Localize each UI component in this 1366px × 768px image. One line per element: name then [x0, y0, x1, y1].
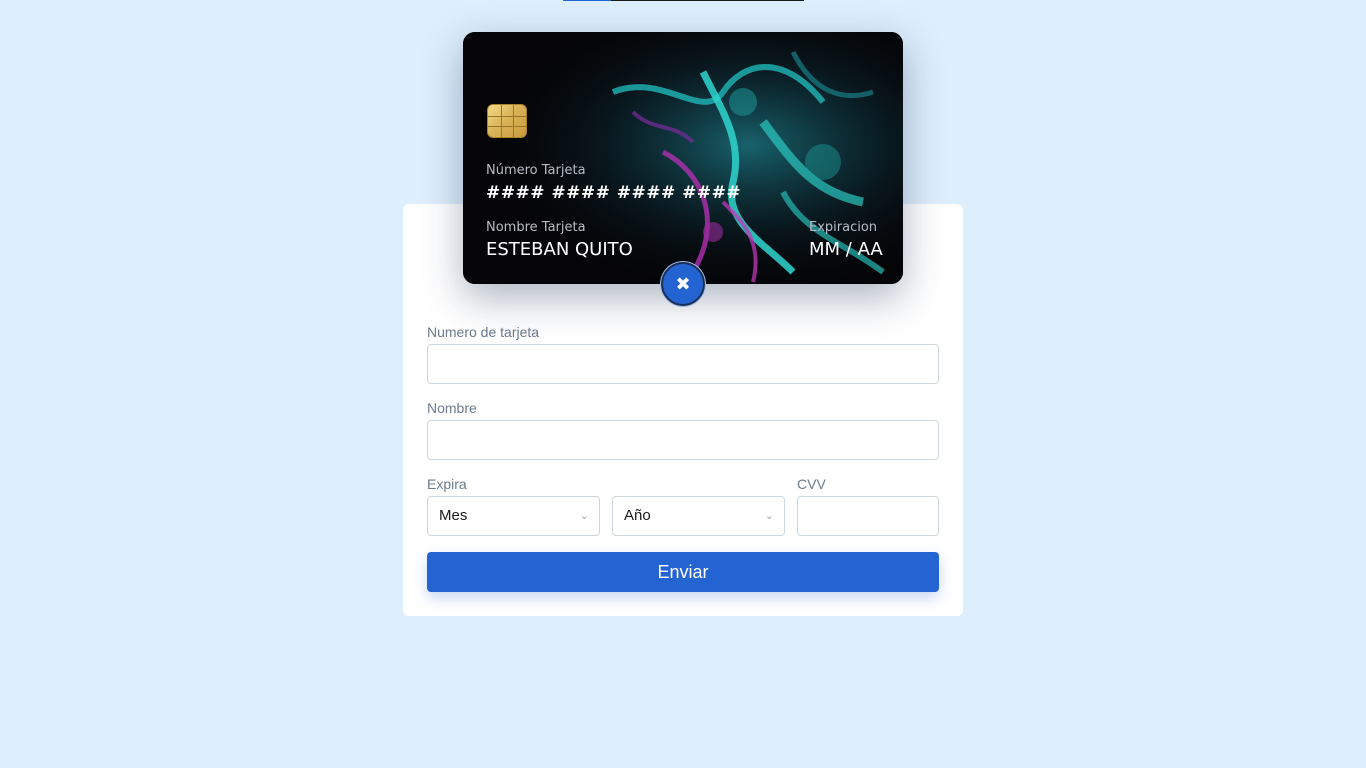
card-expiry-label: Expiracion — [809, 220, 878, 235]
chip-icon — [487, 104, 527, 138]
year-select-value: Año — [624, 507, 651, 524]
card-name-value: ESTEBAN QUITO — [486, 239, 633, 260]
submit-button[interactable]: Enviar — [427, 552, 939, 592]
chevron-down-icon: ⌄ — [764, 510, 774, 522]
name-field-label: Nombre — [427, 400, 477, 416]
month-select-value: Mes — [439, 507, 468, 524]
chevron-down-icon: ⌄ — [579, 510, 589, 522]
card-number-value: #### #### #### #### — [486, 183, 742, 203]
year-select[interactable]: Año ⌄ — [612, 496, 785, 536]
credit-card-preview[interactable]: Número Tarjeta #### #### #### #### Nombr… — [463, 32, 903, 284]
cvv-input[interactable] — [797, 496, 939, 536]
card-number-label: Número Tarjeta — [486, 163, 586, 178]
expiry-field-label: Expira — [427, 476, 467, 492]
name-input[interactable] — [427, 420, 939, 460]
month-select[interactable]: Mes ⌄ — [427, 496, 600, 536]
card-number-input[interactable] — [427, 344, 939, 384]
top-divider — [563, 0, 804, 1]
card-number-field-label: Numero de tarjeta — [427, 324, 540, 340]
close-icon: ✖ — [675, 273, 691, 294]
top-divider-accent — [563, 0, 611, 1]
cvv-field-label: CVV — [797, 476, 826, 492]
card-name-label: Nombre Tarjeta — [486, 220, 586, 235]
card-expiry-value: MM / AA — [809, 239, 883, 260]
close-button[interactable]: ✖ — [661, 262, 705, 306]
